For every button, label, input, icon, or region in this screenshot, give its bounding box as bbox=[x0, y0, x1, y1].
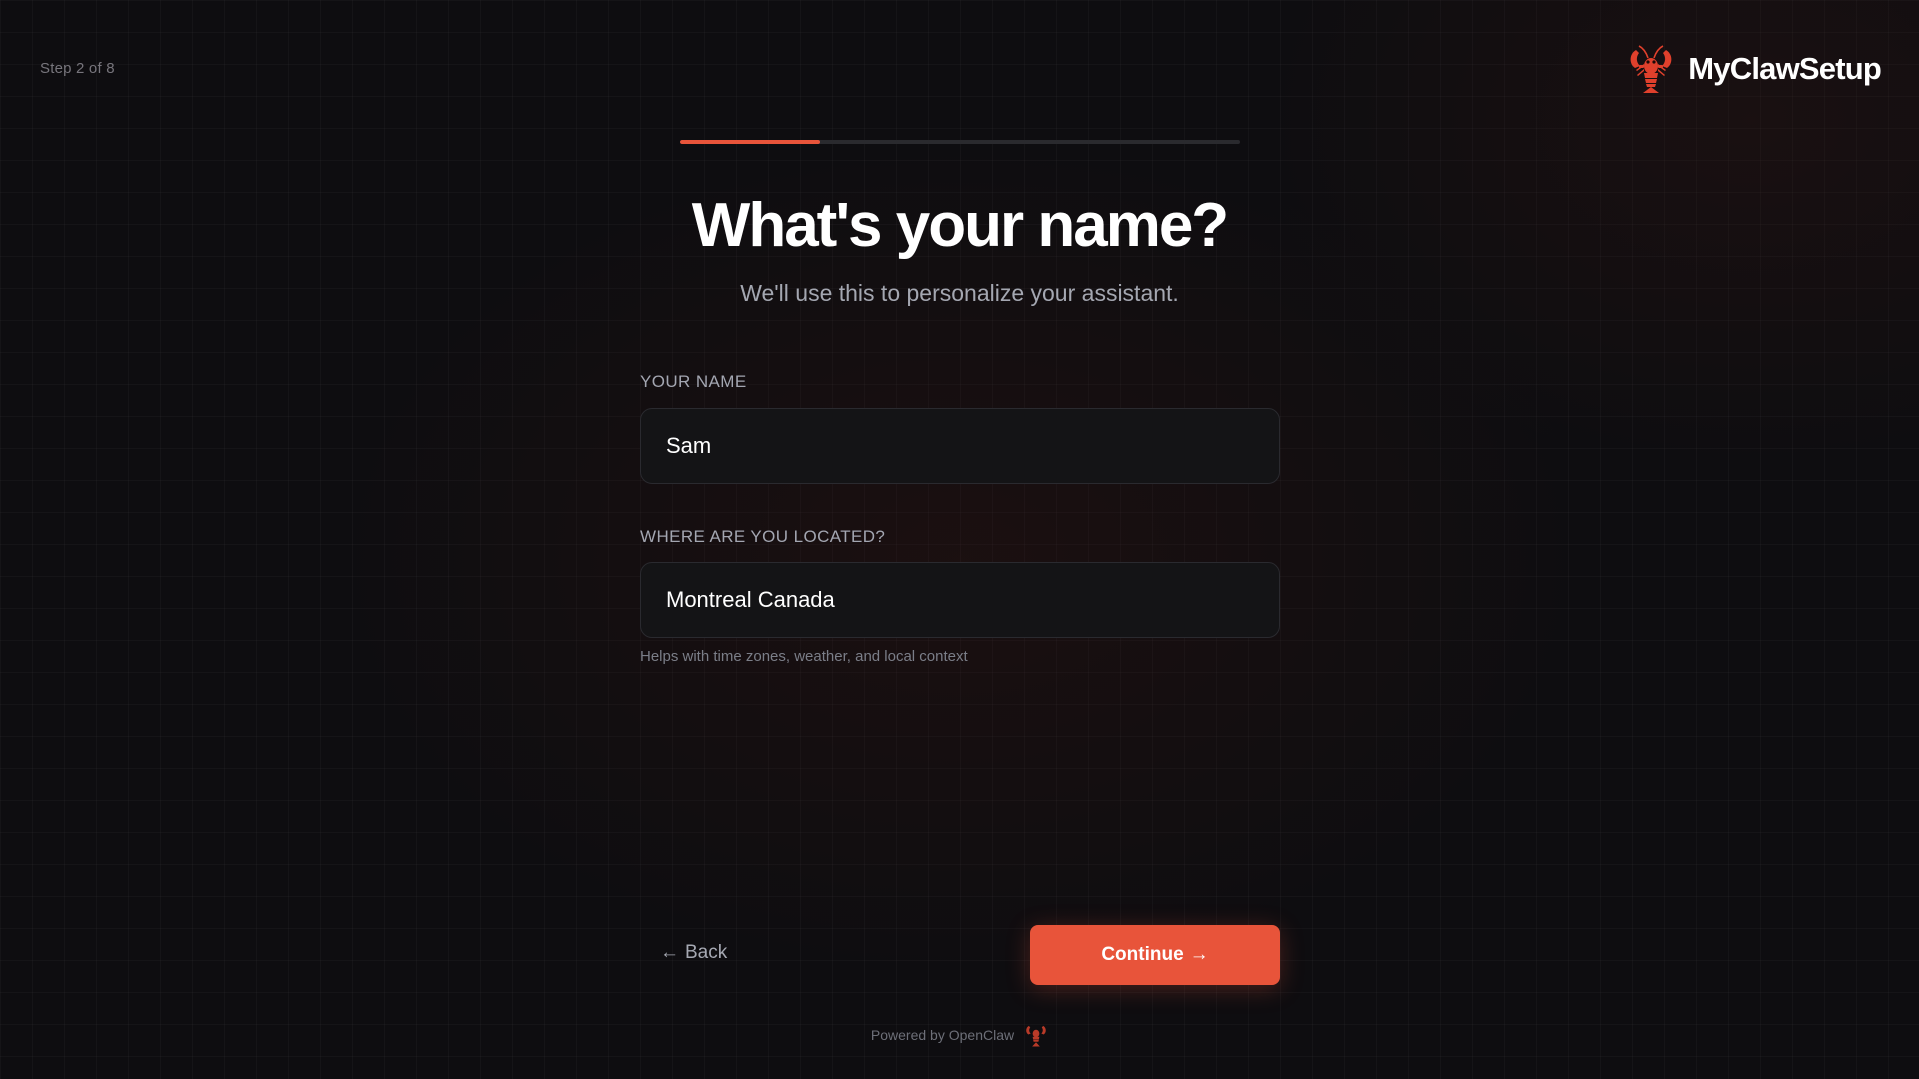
back-button[interactable]: ← Back bbox=[660, 942, 727, 964]
arrow-left-icon: ← bbox=[660, 942, 679, 963]
brand-name: MyClawSetup bbox=[1688, 51, 1882, 86]
name-label: YOUR NAME bbox=[640, 372, 747, 391]
footer: Powered by OpenClaw bbox=[0, 1023, 1919, 1047]
progress-fill bbox=[680, 140, 820, 144]
brand: MyClawSetup bbox=[1626, 44, 1882, 94]
location-helper-text: Helps with time zones, weather, and loca… bbox=[640, 648, 968, 665]
continue-button[interactable]: Continue → bbox=[1030, 925, 1280, 985]
progress-bar bbox=[680, 140, 1240, 144]
page-title: What's your name? bbox=[691, 191, 1229, 260]
back-label: Back bbox=[685, 942, 728, 963]
location-input[interactable] bbox=[640, 562, 1280, 638]
page-subtitle: We'll use this to personalize your assis… bbox=[740, 280, 1179, 306]
continue-label: Continue bbox=[1101, 944, 1184, 965]
lobster-icon bbox=[1630, 45, 1672, 93]
powered-by-text: Powered by OpenClaw bbox=[870, 1027, 1015, 1043]
lobster-icon bbox=[1026, 1025, 1046, 1047]
location-label: WHERE ARE YOU LOCATED? bbox=[640, 527, 886, 546]
name-input[interactable] bbox=[640, 408, 1280, 484]
arrow-right-icon: → bbox=[1189, 944, 1209, 965]
setup-page: Step 2 of 8 MyClawSetup What's your name… bbox=[0, 0, 1919, 1079]
step-indicator: Step 2 of 8 bbox=[40, 60, 115, 77]
